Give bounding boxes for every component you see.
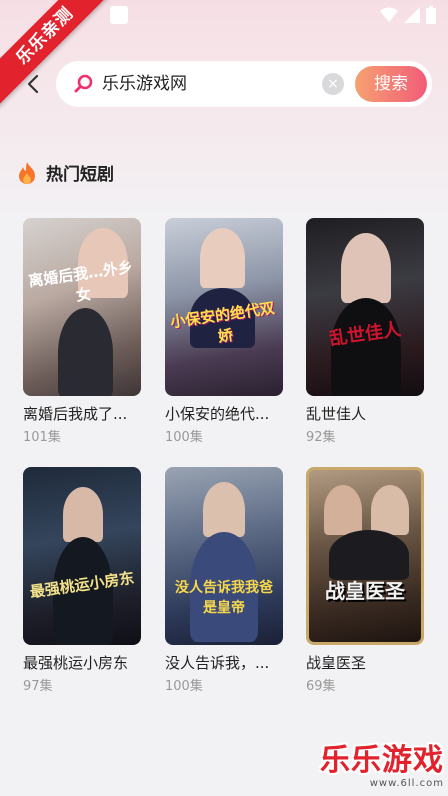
poster-title-art: 战皇医圣	[325, 579, 405, 603]
poster-figure	[371, 485, 409, 535]
search-bar: 乐乐游戏网 × 搜索	[56, 61, 432, 107]
drama-title: 没人告诉我，...	[165, 654, 270, 672]
drama-card[interactable]: 离婚后我…外乡女 离婚后我成了... 101集	[23, 218, 143, 446]
fire-icon	[19, 161, 35, 184]
watermark-title: 乐乐游戏	[320, 743, 444, 778]
wifi-icon	[380, 7, 398, 22]
watermark-url: www.6ll.com	[369, 778, 444, 789]
drama-poster: 乱世佳人	[306, 218, 424, 396]
drama-card[interactable]: 乱世佳人 乱世佳人 92集	[306, 218, 426, 446]
poster-figure	[58, 308, 113, 396]
drama-title: 小保安的绝代...	[165, 405, 270, 423]
search-input[interactable]: 乐乐游戏网	[102, 73, 187, 95]
site-watermark: 乐乐游戏 www.6ll.com	[320, 744, 444, 790]
clear-search-button[interactable]: ×	[322, 73, 344, 95]
poster-figure	[63, 487, 103, 542]
episode-count: 69集	[306, 679, 336, 694]
poster-title-art: 小保安的绝代双娇	[169, 298, 276, 346]
poster-figure	[203, 482, 245, 537]
drama-poster: 小保安的绝代双娇	[165, 218, 283, 396]
drama-card[interactable]: 战皇医圣 战皇医圣 69集	[306, 467, 426, 695]
battery-icon	[426, 6, 436, 24]
poster-title-art: 离婚后我…外乡女	[27, 257, 134, 305]
drama-card[interactable]: 没人告诉我我爸是皇帝 没人告诉我，... 100集	[165, 467, 285, 695]
section-header: 热门短剧	[16, 160, 114, 185]
search-icon	[74, 74, 93, 93]
poster-figure	[341, 233, 391, 303]
episode-count: 92集	[306, 430, 336, 445]
drama-poster: 离婚后我…外乡女	[23, 218, 141, 396]
drama-card[interactable]: 小保安的绝代双娇 小保安的绝代... 100集	[165, 218, 285, 446]
poster-figure	[324, 485, 362, 535]
poster-figure	[329, 530, 409, 580]
poster-figure	[200, 228, 245, 288]
drama-title: 离婚后我成了...	[23, 405, 128, 423]
drama-title: 战皇医圣	[306, 654, 367, 672]
notification-icon	[110, 6, 128, 24]
section-title: 热门短剧	[46, 165, 114, 185]
drama-title: 乱世佳人	[306, 405, 367, 423]
poster-title-art: 没人告诉我我爸是皇帝	[175, 580, 273, 616]
drama-poster: 最强桃运小房东	[23, 467, 141, 645]
drama-poster: 没人告诉我我爸是皇帝	[165, 467, 283, 645]
drama-card[interactable]: 最强桃运小房东 最强桃运小房东 97集	[23, 467, 143, 695]
search-button[interactable]: 搜索	[355, 66, 427, 102]
signal-icon	[404, 7, 420, 23]
episode-count: 97集	[23, 679, 53, 694]
drama-poster: 战皇医圣	[306, 467, 424, 645]
episode-count: 101集	[23, 430, 61, 445]
episode-count: 100集	[165, 430, 203, 445]
episode-count: 100集	[165, 679, 203, 694]
drama-title: 最强桃运小房东	[23, 654, 129, 672]
